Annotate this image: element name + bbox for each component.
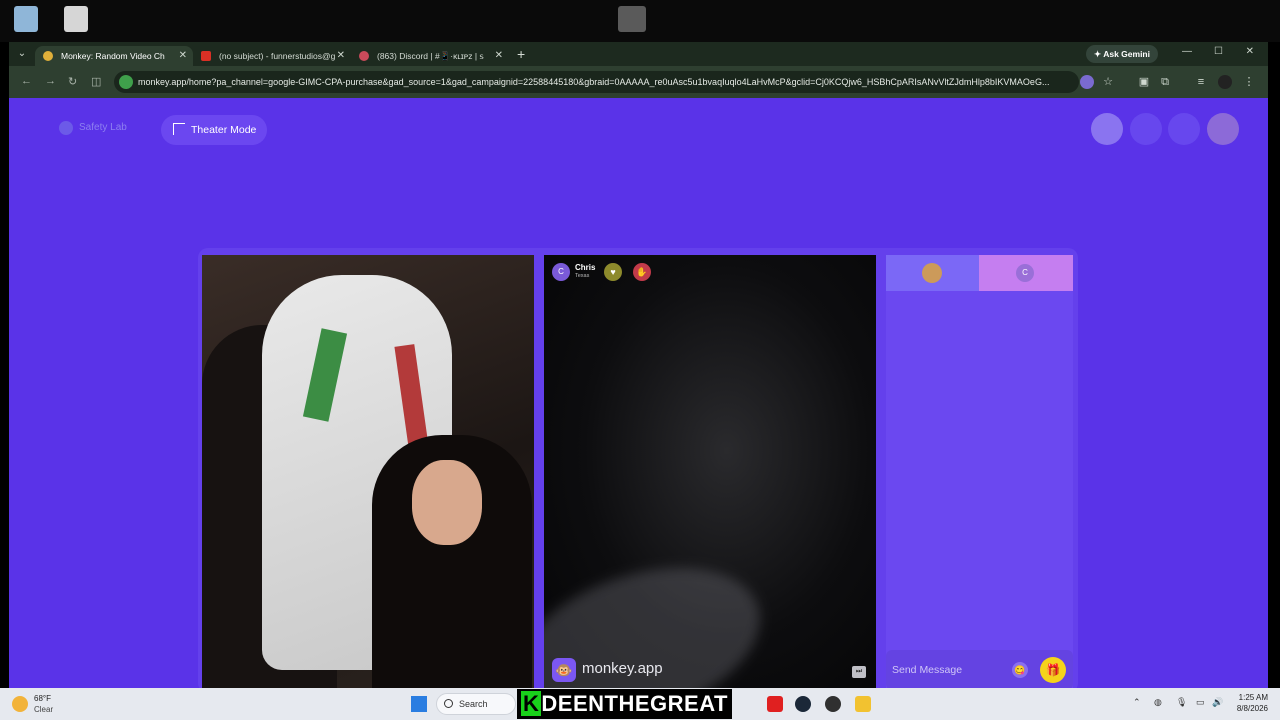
profile-icon[interactable] [1218, 75, 1232, 89]
minimize-icon[interactable]: — [1182, 46, 1192, 57]
shield-icon [59, 121, 73, 135]
remote-video: C Chris Texas ♥ ✋ 🐵 monkey.app ⏭ [544, 255, 876, 688]
chat-panel: C 😋 🎁 [886, 255, 1073, 688]
video-detail [302, 328, 348, 422]
chevron-up-icon[interactable]: ⌃ [1133, 697, 1141, 708]
display-icon[interactable]: ▭ [1196, 697, 1205, 708]
streamer-name-overlay: KDEENTHEGREAT [517, 689, 732, 719]
heart-icon[interactable]: ♥ [604, 263, 622, 281]
avatar[interactable] [1207, 113, 1239, 145]
video-figure [372, 435, 532, 688]
steam-icon[interactable] [795, 696, 811, 712]
crown-icon[interactable] [1091, 113, 1123, 145]
ask-gemini-button[interactable]: ✦ Ask Gemini [1086, 45, 1158, 63]
tab-label: (no subject) - funnerstudios@g [219, 51, 336, 61]
video-detail [412, 460, 482, 545]
messages-icon[interactable] [1168, 113, 1200, 145]
gemini-label: Ask Gemini [1103, 49, 1150, 59]
menu-kebab-icon[interactable]: ⋮ [1242, 75, 1256, 89]
moon-icon[interactable] [12, 696, 28, 712]
split-view-icon[interactable]: ◫ [91, 75, 101, 88]
tab-monkey[interactable]: Monkey: Random Video Ch ✕ [35, 46, 193, 66]
search-icon [444, 699, 453, 708]
safety-lab-button[interactable]: Safety Lab [59, 118, 127, 138]
taskbar: 68°F Clear Search KDEENTHEGREAT ⌃ ◍ 🎙 ▭ … [0, 688, 1280, 720]
desktop-thumbnail-icon[interactable] [618, 6, 646, 32]
new-tab-button[interactable]: + [517, 46, 525, 62]
monkey-logo-icon: 🐵 [552, 658, 576, 682]
maximize-icon[interactable]: ☐ [1214, 46, 1223, 57]
extensions-puzzle-icon[interactable]: ⧉ [1158, 75, 1172, 89]
tab-label: Monkey: Random Video Ch [61, 51, 165, 61]
brand-text: monkey.app [582, 660, 663, 677]
avatar: C [1016, 264, 1034, 282]
file-explorer-icon[interactable] [855, 696, 871, 712]
tab-strip: ⌄ Monkey: Random Video Ch ✕ (no subject)… [9, 42, 1268, 66]
tab-discord[interactable]: (863) Discord | #📱·ᴋʟɪᴘᴢ | ꜱ ✕ [351, 46, 509, 66]
tab-gmail[interactable]: (no subject) - funnerstudios@g ✕ [193, 46, 351, 66]
avatar: C [552, 263, 570, 281]
remote-user-name: Chris [575, 263, 596, 272]
clock-date[interactable]: 8/8/2026 [1237, 704, 1268, 713]
safety-lab-label: Safety Lab [79, 122, 127, 133]
weather-temp: 68°F [34, 694, 51, 703]
microphone-icon[interactable]: 🎙 [1176, 697, 1187, 708]
expand-icon [173, 123, 185, 135]
gift-button[interactable]: 🎁 [1040, 657, 1066, 683]
theater-mode-button[interactable]: Theater Mode [161, 115, 268, 145]
report-icon[interactable]: ✋ [633, 263, 651, 281]
weather-condition: Clear [34, 705, 54, 714]
monkey-favicon-icon [43, 51, 53, 61]
overlay-name: DEENTHEGREAT [541, 691, 728, 716]
extension-icon[interactable] [1080, 75, 1094, 89]
avatar [922, 263, 942, 283]
close-window-icon[interactable]: ✕ [1246, 46, 1254, 57]
history-icon[interactable] [1130, 113, 1162, 145]
obs-icon[interactable] [825, 696, 841, 712]
recycle-bin-icon[interactable] [14, 6, 38, 32]
forward-icon[interactable]: → [45, 75, 56, 87]
search-label: Search [459, 699, 488, 709]
chat-tab-partner[interactable]: C [979, 255, 1073, 291]
discord-favicon-icon [359, 51, 369, 61]
network-icon[interactable]: ◍ [1154, 697, 1162, 708]
youtube-icon[interactable] [767, 696, 783, 712]
close-tab-icon[interactable]: ✕ [179, 46, 187, 66]
back-icon[interactable]: ← [21, 75, 32, 87]
tab-label: (863) Discord | #📱·ᴋʟɪᴘᴢ | ꜱ [377, 51, 484, 61]
browser-window: ⌄ Monkey: Random Video Ch ✕ (no subject)… [9, 42, 1268, 688]
volume-icon[interactable]: 🔊 [1212, 697, 1223, 708]
url-text: monkey.app/home?pa_channel=google-GIMC-C… [138, 77, 1050, 87]
tab-search-icon[interactable]: ⌄ [9, 42, 35, 66]
send-message-input[interactable] [892, 660, 1002, 680]
chat-input-bar: 😋 🎁 [886, 650, 1073, 688]
taskbar-search[interactable]: Search [436, 693, 516, 715]
overlay-k: K [521, 691, 542, 716]
clock-time[interactable]: 1:25 AM [1239, 693, 1268, 702]
gmail-favicon-icon [201, 51, 211, 61]
reload-icon[interactable]: ↻ [68, 75, 77, 88]
skip-icon[interactable]: ⏭ [852, 666, 866, 678]
close-tab-icon[interactable]: ✕ [337, 46, 345, 66]
site-info-icon[interactable] [119, 75, 133, 89]
theater-mode-label: Theater Mode [191, 124, 257, 136]
desktop-app-icon[interactable] [64, 6, 88, 32]
local-video [202, 255, 534, 688]
desktop-background [0, 0, 1280, 42]
url-field[interactable]: monkey.app/home?pa_channel=google-GIMC-C… [114, 71, 1079, 93]
video-chat-panel: C Chris Texas ♥ ✋ 🐵 monkey.app ⏭ C Send … [198, 248, 1078, 688]
bookmark-star-icon[interactable]: ☆ [1101, 75, 1115, 89]
chat-tab-self[interactable] [886, 255, 979, 291]
monkey-page: Safety Lab Theater Mode C Chris Texas ♥ … [9, 98, 1268, 688]
emoji-button[interactable]: 😋 [1012, 662, 1028, 678]
reading-list-icon[interactable]: ≡ [1194, 75, 1208, 89]
extension-badge-icon[interactable]: ▣ [1137, 75, 1151, 89]
windows-start-icon[interactable] [411, 696, 427, 712]
remote-user-location: Texas [575, 273, 590, 279]
address-toolbar: ← → ↻ ◫ monkey.app/home?pa_channel=googl… [9, 66, 1268, 98]
close-tab-icon[interactable]: ✕ [495, 46, 503, 66]
